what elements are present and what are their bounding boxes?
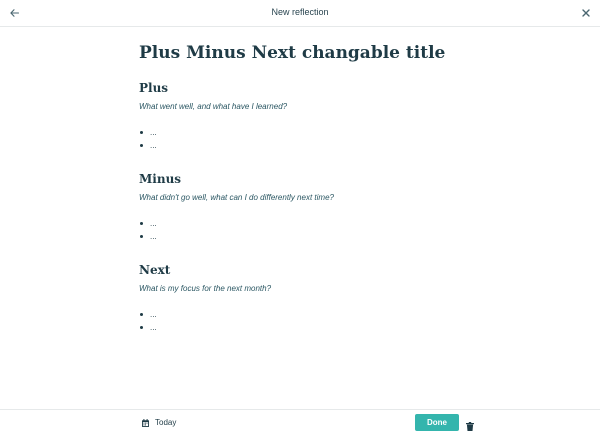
bullet-item[interactable]: ...	[139, 126, 469, 139]
calendar-icon	[142, 418, 149, 427]
section-prompt[interactable]: What is my focus for the next month?	[139, 284, 469, 294]
section-heading[interactable]: Next	[139, 262, 469, 278]
bullet-item[interactable]: ...	[139, 321, 469, 334]
date-label: Today	[155, 418, 177, 427]
reflection-editor: Plus Minus Next changable title Plus Wha…	[139, 42, 469, 332]
bullet-list: ... ...	[139, 308, 469, 334]
section-plus: Plus What went well, and what have I lea…	[139, 80, 469, 152]
bullet-item[interactable]: ...	[139, 139, 469, 152]
section-prompt[interactable]: What went well, and what have I learned?	[139, 102, 469, 112]
reflection-title[interactable]: Plus Minus Next changable title	[139, 42, 469, 64]
top-bar: New reflection	[0, 0, 600, 27]
done-button[interactable]: Done	[415, 414, 459, 431]
bottom-bar: Today Done	[0, 409, 600, 436]
section-next: Next What is my focus for the next month…	[139, 262, 469, 334]
close-button[interactable]	[579, 6, 593, 20]
section-heading[interactable]: Minus	[139, 171, 469, 187]
bullet-item[interactable]: ...	[139, 230, 469, 243]
delete-button[interactable]	[466, 418, 476, 431]
trash-icon	[466, 422, 474, 431]
window-title: New reflection	[271, 7, 329, 17]
date-picker[interactable]: Today	[142, 418, 176, 427]
close-icon	[582, 9, 590, 17]
section-heading[interactable]: Plus	[139, 80, 469, 96]
bullet-item[interactable]: ...	[139, 308, 469, 321]
bullet-list: ... ...	[139, 126, 469, 152]
section-prompt[interactable]: What didn't go well, what can I do diffe…	[139, 193, 469, 203]
bullet-item[interactable]: ...	[139, 217, 469, 230]
section-minus: Minus What didn't go well, what can I do…	[139, 171, 469, 243]
bullet-list: ... ...	[139, 217, 469, 243]
